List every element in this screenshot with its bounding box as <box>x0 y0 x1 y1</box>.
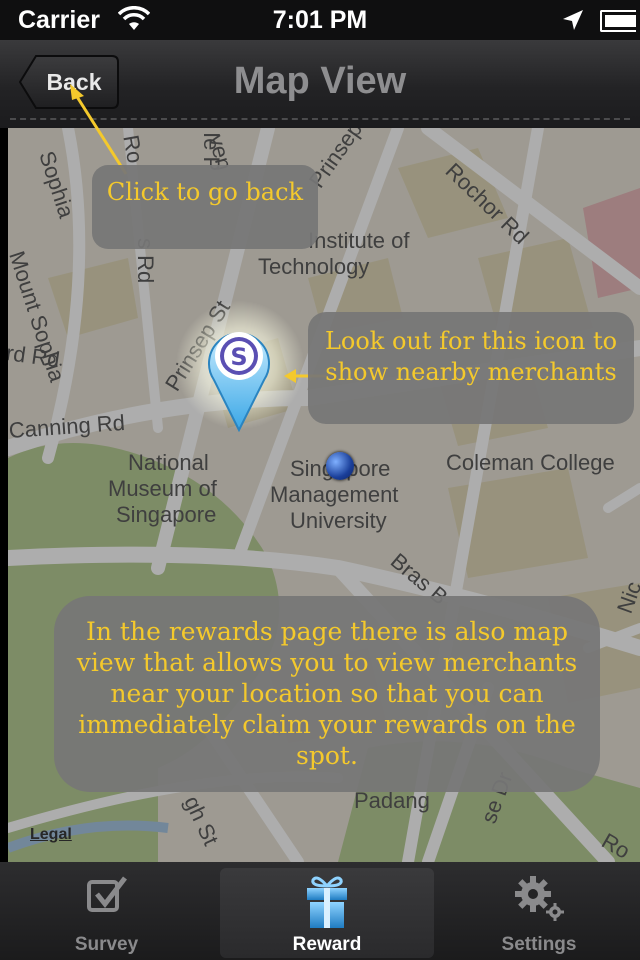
checkbox-icon <box>85 874 129 924</box>
map-label: Management <box>270 482 399 507</box>
location-arrow-icon <box>562 9 584 36</box>
status-time: 7:01 PM <box>272 6 368 34</box>
svg-text:S: S <box>230 343 247 371</box>
tab-survey-label: Survey <box>74 934 139 955</box>
map-label: Coleman College <box>446 450 615 475</box>
merchant-pin-icon[interactable]: S <box>200 322 278 433</box>
battery-icon <box>600 10 636 32</box>
tab-reward-label: Reward <box>292 934 362 955</box>
tab-survey[interactable]: Survey <box>0 862 213 960</box>
map-label: Museum of <box>108 476 217 501</box>
tab-bar: Survey Reward Settings <box>0 862 640 960</box>
gift-icon <box>303 874 351 936</box>
status-bar: Carrier 7:01 PM <box>0 0 640 40</box>
map-label: Singapore <box>116 502 217 527</box>
tab-settings[interactable]: Settings <box>438 862 640 960</box>
callout-back-hint: Click to go back <box>92 165 318 249</box>
callout-rewards-info: In the rewards page there is also map vi… <box>54 596 600 792</box>
legal-link[interactable]: Legal <box>30 826 72 844</box>
tab-settings-label: Settings <box>501 934 577 955</box>
map-label: University <box>290 508 387 533</box>
current-location-dot <box>326 452 354 480</box>
gear-icon <box>511 874 567 930</box>
map-label: Technology <box>258 254 370 279</box>
map-label: National <box>128 450 209 475</box>
tab-reward[interactable]: Reward <box>220 868 434 958</box>
map-label: Institute of <box>308 228 410 253</box>
callout-pin-hint: Look out for this icon to show nearby me… <box>308 312 634 424</box>
